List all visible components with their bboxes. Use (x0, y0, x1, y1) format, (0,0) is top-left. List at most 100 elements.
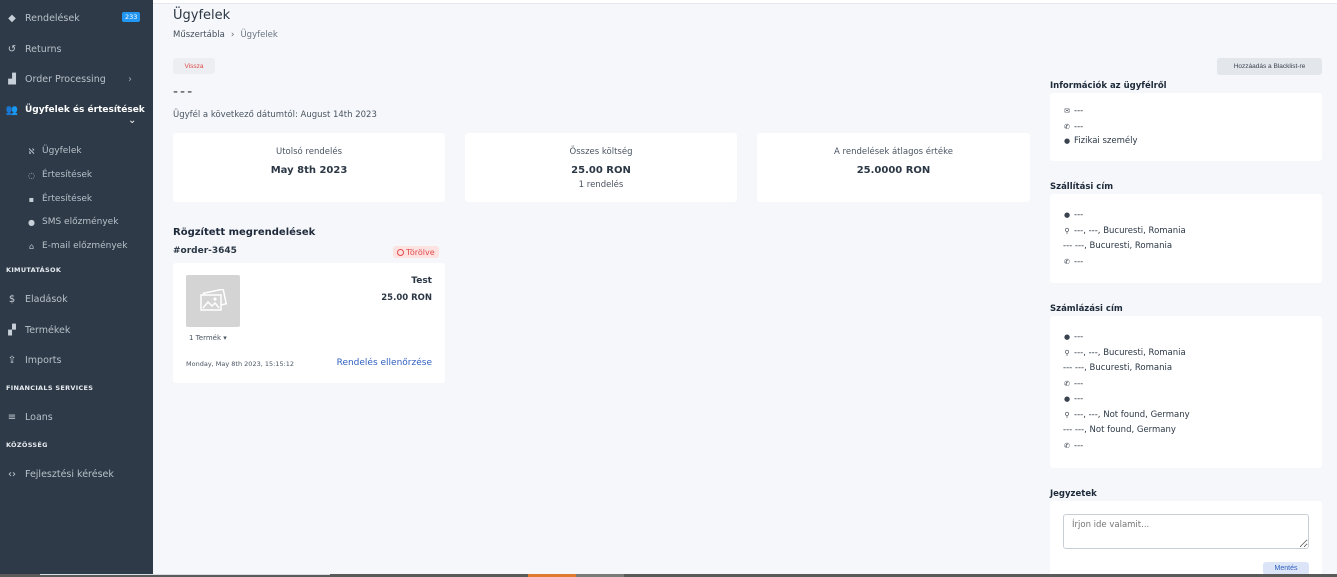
notes-textarea[interactable] (1063, 514, 1309, 549)
stat-card-last-order: Utolsó rendelés May 8th 2023 (173, 133, 445, 202)
sidebar-item-loans[interactable]: ≡ Loans (0, 406, 153, 428)
sidebar-item-imports[interactable]: ⇪ Imports (0, 349, 153, 371)
stat-card-total-cost: Összes költség 25.00 RON 1 rendelés (465, 133, 737, 202)
product-image-placeholder (186, 275, 240, 327)
section-community: KÖZÖSSÉG (6, 441, 48, 449)
billing-phone-2: ✆ --- (1064, 441, 1084, 451)
stat-title: A rendelések átlagos értéke (834, 147, 953, 157)
order-id: #order-3645 (173, 246, 237, 256)
tag-icon: ◆ (8, 12, 16, 24)
sidebar-item-orders[interactable]: ◆ Rendelések 233 (0, 7, 153, 29)
phone-icon: ✆ (1064, 258, 1070, 266)
customer-info-title: Információk az ügyfélről (1050, 81, 1167, 91)
image-icon (200, 289, 227, 311)
user-icon: ● (1063, 211, 1071, 219)
section-reports: KIMUTATÁSOK (6, 266, 62, 274)
sms-icon: ● (28, 217, 35, 227)
product-name: Test (411, 276, 432, 286)
customer-name: --- (173, 84, 195, 100)
chevron-right-icon: › (128, 73, 132, 85)
code-icon: ‹› (8, 468, 16, 480)
back-button[interactable]: Vissza (173, 58, 215, 74)
chevron-down-icon: ⌄ (128, 115, 137, 126)
sidebar-item-sms-history[interactable]: ● SMS előzmények (0, 213, 153, 231)
sidebar-item-ugyfelek[interactable]: ℵ Ügyfelek (0, 142, 153, 160)
breadcrumb-current: Ügyfelek (240, 30, 278, 40)
user-icon: ● (1063, 137, 1071, 145)
cancelled-circle-icon (397, 248, 404, 256)
billing-card: ● --- ⚲ ---, ---, Bucuresti, Romania ---… (1050, 316, 1322, 468)
shipping-title: Szállítási cím (1050, 182, 1114, 192)
billing-address-line2: --- ---, Bucuresti, Romania (1063, 363, 1173, 373)
envelope-icon: ✉ (1064, 107, 1070, 115)
notes-title: Jegyzetek (1050, 489, 1097, 499)
customer-info-card: ✉ --- ✆ --- ● Fizikai személy (1050, 93, 1322, 161)
map-pin-icon: ⚲ (1064, 349, 1070, 357)
customer-since: Ügyfél a következő dátumtól: August 14th… (173, 110, 377, 120)
shipping-card: ● --- ⚲ ---, ---, Bucuresti, Romania ---… (1050, 194, 1322, 283)
shipping-phone: ✆ --- (1064, 257, 1084, 267)
stat-value: 25.00 RON (571, 165, 631, 176)
undo-icon: ↺ (7, 43, 17, 55)
product-count-toggle[interactable]: 1 Termék ▾ (189, 334, 227, 342)
billing-address-2: ⚲ ---, ---, Not found, Germany (1064, 410, 1190, 420)
sidebar-item-email-history[interactable]: ⌂ E-mail előzmények (0, 237, 153, 255)
chat-icon: ◌ (28, 170, 35, 180)
sidebar-item-order-processing[interactable]: ▟ Order Processing › (0, 68, 153, 90)
info-phone: ✆ --- (1064, 122, 1084, 132)
topbar (153, 0, 1337, 4)
chevron-right-icon: › (230, 30, 235, 40)
section-financials: FINANCIALS SERVICES (6, 384, 94, 392)
page-title: Ügyfelek (173, 8, 231, 23)
stat-title: Összes költség (569, 147, 633, 157)
billing-address-2-line2: --- ---, Not found, Germany (1063, 425, 1176, 435)
stat-value: 25.0000 RON (856, 165, 931, 176)
orders-section-title: Rögzített megrendelések (173, 227, 316, 238)
user-icon: ● (1063, 395, 1071, 403)
phone-icon: ✆ (1064, 123, 1070, 131)
sidebar-item-returns[interactable]: ↺ Returns (0, 38, 153, 60)
sidebar: ◆ Rendelések 233 ↺ Returns ▟ Order Proce… (0, 0, 153, 577)
billing-name-2: ● --- (1063, 394, 1084, 404)
shipping-address: ⚲ ---, ---, Bucuresti, Romania (1064, 226, 1186, 236)
document-icon: ▪ (28, 194, 35, 204)
billing-address: ⚲ ---, ---, Bucuresti, Romania (1064, 348, 1186, 358)
boxes-icon: ▞ (8, 324, 16, 336)
upload-icon: ⇪ (7, 354, 17, 366)
sidebar-item-feature-requests[interactable]: ‹› Fejlesztési kérések (0, 463, 153, 485)
breadcrumb: Műszertábla › Ügyfelek (173, 30, 278, 40)
phone-icon: ✆ (1064, 380, 1070, 388)
stat-card-average-value: A rendelések átlagos értéke 25.0000 RON (757, 133, 1030, 202)
sidebar-item-products[interactable]: ▞ Termékek (0, 319, 153, 341)
billing-name: ● --- (1063, 332, 1084, 342)
check-order-link[interactable]: Rendelés ellenőrzése (337, 358, 432, 368)
stat-value: May 8th 2023 (270, 165, 348, 176)
status-label: Törölve (406, 247, 435, 257)
users-outline-icon: ℵ (28, 146, 35, 156)
phone-icon: ✆ (1064, 442, 1070, 450)
sidebar-item-sales[interactable]: $ Eladások (0, 288, 153, 310)
sidebar-item-notifications-doc[interactable]: ▪ Értesítések (0, 190, 153, 208)
status-badge: Törölve (393, 246, 439, 258)
sidebar-item-notifications-chat[interactable]: ◌ Értesítések (0, 166, 153, 184)
billing-title: Számlázási cím (1050, 304, 1123, 314)
order-date: Monday, May 8th 2023, 15:15:12 (186, 360, 295, 368)
info-type: ● Fizikai személy (1063, 136, 1138, 146)
coins-icon: ≡ (7, 411, 17, 423)
info-email: ✉ --- (1064, 106, 1084, 116)
shipping-address-line2: --- ---, Bucuresti, Romania (1063, 241, 1173, 251)
inbox-icon: ⌂ (28, 241, 35, 251)
users-icon: 👥 (5, 104, 19, 116)
orders-count-badge: 233 (122, 12, 141, 22)
forklift-icon: ▟ (8, 73, 16, 85)
billing-phone: ✆ --- (1064, 379, 1084, 389)
user-icon: ● (1063, 333, 1071, 341)
add-to-blacklist-button[interactable]: Hozzáadás a Blacklist-re (1217, 58, 1322, 75)
map-pin-icon: ⚲ (1064, 227, 1070, 235)
stat-title: Utolsó rendelés (275, 147, 343, 157)
stat-sub: 1 rendelés (578, 180, 624, 190)
breadcrumb-root[interactable]: Műszertábla (173, 30, 225, 40)
map-pin-icon: ⚲ (1064, 411, 1070, 419)
product-price: 25.00 RON (381, 293, 432, 303)
dollar-icon: $ (8, 293, 16, 305)
